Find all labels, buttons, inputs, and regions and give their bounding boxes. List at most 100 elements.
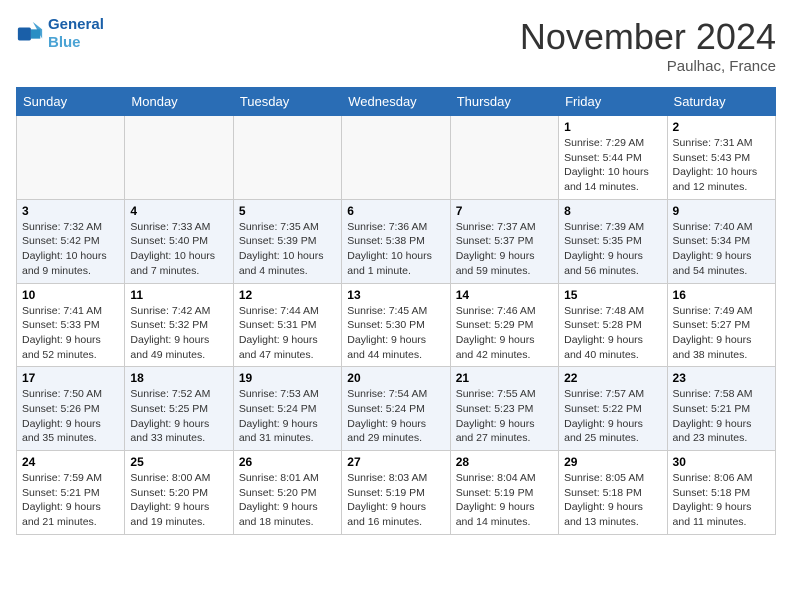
page-header: General Blue November 2024 Paulhac, Fran… bbox=[16, 16, 776, 75]
calendar-cell: 1 Sunrise: 7:29 AM Sunset: 5:44 PM Daylig… bbox=[559, 116, 667, 200]
calendar-cell: 26 Sunrise: 8:01 AM Sunset: 5:20 PM Dayli… bbox=[233, 451, 341, 535]
day-info: Sunrise: 8:04 AM Sunset: 5:19 PM Dayligh… bbox=[456, 471, 553, 530]
calendar-cell bbox=[233, 116, 341, 200]
day-info: Sunrise: 7:58 AM Sunset: 5:21 PM Dayligh… bbox=[673, 387, 770, 446]
day-info: Sunrise: 7:36 AM Sunset: 5:38 PM Dayligh… bbox=[347, 220, 444, 279]
day-info: Sunrise: 7:55 AM Sunset: 5:23 PM Dayligh… bbox=[456, 387, 553, 446]
day-info: Sunrise: 7:48 AM Sunset: 5:28 PM Dayligh… bbox=[564, 304, 661, 363]
day-info: Sunrise: 8:06 AM Sunset: 5:18 PM Dayligh… bbox=[673, 471, 770, 530]
day-info: Sunrise: 7:54 AM Sunset: 5:24 PM Dayligh… bbox=[347, 387, 444, 446]
calendar-week-row: 17 Sunrise: 7:50 AM Sunset: 5:26 PM Dayli… bbox=[17, 367, 776, 451]
calendar-cell bbox=[125, 116, 233, 200]
calendar-cell: 9 Sunrise: 7:40 AM Sunset: 5:34 PM Daylig… bbox=[667, 199, 775, 283]
calendar-cell: 20 Sunrise: 7:54 AM Sunset: 5:24 PM Dayli… bbox=[342, 367, 450, 451]
day-number: 26 bbox=[239, 455, 336, 469]
day-number: 20 bbox=[347, 371, 444, 385]
location: Paulhac, France bbox=[520, 58, 776, 75]
day-number: 11 bbox=[130, 288, 227, 302]
day-info: Sunrise: 7:40 AM Sunset: 5:34 PM Dayligh… bbox=[673, 220, 770, 279]
logo-text: General Blue bbox=[48, 16, 104, 52]
logo-icon bbox=[16, 20, 44, 48]
calendar: SundayMondayTuesdayWednesdayThursdayFrid… bbox=[16, 87, 776, 535]
calendar-cell: 21Sunrise: 7:55 AM Sunset: 5:23 PM Dayli… bbox=[450, 367, 558, 451]
day-info: Sunrise: 7:37 AM Sunset: 5:37 PM Dayligh… bbox=[456, 220, 553, 279]
day-number: 8 bbox=[564, 204, 661, 218]
calendar-header-monday: Monday bbox=[125, 88, 233, 116]
calendar-cell: 13 Sunrise: 7:45 AM Sunset: 5:30 PM Dayli… bbox=[342, 283, 450, 367]
day-number: 16 bbox=[673, 288, 770, 302]
calendar-cell: 17 Sunrise: 7:50 AM Sunset: 5:26 PM Dayli… bbox=[17, 367, 125, 451]
day-info: Sunrise: 7:46 AM Sunset: 5:29 PM Dayligh… bbox=[456, 304, 553, 363]
day-number: 4 bbox=[130, 204, 227, 218]
calendar-cell: 2 Sunrise: 7:31 AM Sunset: 5:43 PM Daylig… bbox=[667, 116, 775, 200]
calendar-cell: 6 Sunrise: 7:36 AM Sunset: 5:38 PM Daylig… bbox=[342, 199, 450, 283]
calendar-week-row: 1 Sunrise: 7:29 AM Sunset: 5:44 PM Daylig… bbox=[17, 116, 776, 200]
calendar-header-row: SundayMondayTuesdayWednesdayThursdayFrid… bbox=[17, 88, 776, 116]
day-info: Sunrise: 7:52 AM Sunset: 5:25 PM Dayligh… bbox=[130, 387, 227, 446]
calendar-cell: 28Sunrise: 8:04 AM Sunset: 5:19 PM Dayli… bbox=[450, 451, 558, 535]
day-number: 29 bbox=[564, 455, 661, 469]
day-number: 24 bbox=[22, 455, 119, 469]
day-number: 14 bbox=[456, 288, 553, 302]
calendar-header-sunday: Sunday bbox=[17, 88, 125, 116]
calendar-cell: 15Sunrise: 7:48 AM Sunset: 5:28 PM Dayli… bbox=[559, 283, 667, 367]
day-info: Sunrise: 7:57 AM Sunset: 5:22 PM Dayligh… bbox=[564, 387, 661, 446]
day-info: Sunrise: 7:39 AM Sunset: 5:35 PM Dayligh… bbox=[564, 220, 661, 279]
calendar-cell: 24 Sunrise: 7:59 AM Sunset: 5:21 PM Dayli… bbox=[17, 451, 125, 535]
month-title: November 2024 bbox=[520, 16, 776, 58]
calendar-cell: 4 Sunrise: 7:33 AM Sunset: 5:40 PM Daylig… bbox=[125, 199, 233, 283]
calendar-cell: 23Sunrise: 7:58 AM Sunset: 5:21 PM Dayli… bbox=[667, 367, 775, 451]
calendar-cell: 27Sunrise: 8:03 AM Sunset: 5:19 PM Dayli… bbox=[342, 451, 450, 535]
day-info: Sunrise: 7:41 AM Sunset: 5:33 PM Dayligh… bbox=[22, 304, 119, 363]
calendar-header-wednesday: Wednesday bbox=[342, 88, 450, 116]
day-info: Sunrise: 8:00 AM Sunset: 5:20 PM Dayligh… bbox=[130, 471, 227, 530]
calendar-header-tuesday: Tuesday bbox=[233, 88, 341, 116]
day-info: Sunrise: 7:50 AM Sunset: 5:26 PM Dayligh… bbox=[22, 387, 119, 446]
day-number: 9 bbox=[673, 204, 770, 218]
day-info: Sunrise: 7:29 AM Sunset: 5:44 PM Dayligh… bbox=[564, 136, 661, 195]
title-block: November 2024 Paulhac, France bbox=[520, 16, 776, 75]
day-number: 13 bbox=[347, 288, 444, 302]
day-info: Sunrise: 8:01 AM Sunset: 5:20 PM Dayligh… bbox=[239, 471, 336, 530]
day-number: 27 bbox=[347, 455, 444, 469]
day-info: Sunrise: 7:59 AM Sunset: 5:21 PM Dayligh… bbox=[22, 471, 119, 530]
calendar-cell: 18 Sunrise: 7:52 AM Sunset: 5:25 PM Dayli… bbox=[125, 367, 233, 451]
day-number: 25 bbox=[130, 455, 227, 469]
day-info: Sunrise: 7:33 AM Sunset: 5:40 PM Dayligh… bbox=[130, 220, 227, 279]
calendar-cell: 29 Sunrise: 8:05 AM Sunset: 5:18 PM Dayli… bbox=[559, 451, 667, 535]
logo: General Blue bbox=[16, 16, 104, 52]
calendar-cell: 12 Sunrise: 7:44 AM Sunset: 5:31 PM Dayli… bbox=[233, 283, 341, 367]
day-number: 17 bbox=[22, 371, 119, 385]
calendar-header-thursday: Thursday bbox=[450, 88, 558, 116]
day-number: 30 bbox=[673, 455, 770, 469]
calendar-header-friday: Friday bbox=[559, 88, 667, 116]
calendar-cell: 25 Sunrise: 8:00 AM Sunset: 5:20 PM Dayli… bbox=[125, 451, 233, 535]
day-number: 18 bbox=[130, 371, 227, 385]
day-info: Sunrise: 7:35 AM Sunset: 5:39 PM Dayligh… bbox=[239, 220, 336, 279]
calendar-week-row: 3 Sunrise: 7:32 AM Sunset: 5:42 PM Daylig… bbox=[17, 199, 776, 283]
calendar-cell: 16Sunrise: 7:49 AM Sunset: 5:27 PM Dayli… bbox=[667, 283, 775, 367]
calendar-cell: 3 Sunrise: 7:32 AM Sunset: 5:42 PM Daylig… bbox=[17, 199, 125, 283]
day-number: 1 bbox=[564, 120, 661, 134]
day-number: 7 bbox=[456, 204, 553, 218]
calendar-week-row: 10 Sunrise: 7:41 AM Sunset: 5:33 PM Dayli… bbox=[17, 283, 776, 367]
day-info: Sunrise: 7:31 AM Sunset: 5:43 PM Dayligh… bbox=[673, 136, 770, 195]
calendar-cell bbox=[342, 116, 450, 200]
day-info: Sunrise: 7:44 AM Sunset: 5:31 PM Dayligh… bbox=[239, 304, 336, 363]
day-info: Sunrise: 7:42 AM Sunset: 5:32 PM Dayligh… bbox=[130, 304, 227, 363]
calendar-cell bbox=[17, 116, 125, 200]
day-number: 5 bbox=[239, 204, 336, 218]
calendar-cell: 5 Sunrise: 7:35 AM Sunset: 5:39 PM Daylig… bbox=[233, 199, 341, 283]
day-info: Sunrise: 7:53 AM Sunset: 5:24 PM Dayligh… bbox=[239, 387, 336, 446]
day-info: Sunrise: 8:05 AM Sunset: 5:18 PM Dayligh… bbox=[564, 471, 661, 530]
day-info: Sunrise: 7:32 AM Sunset: 5:42 PM Dayligh… bbox=[22, 220, 119, 279]
calendar-week-row: 24 Sunrise: 7:59 AM Sunset: 5:21 PM Dayli… bbox=[17, 451, 776, 535]
day-number: 10 bbox=[22, 288, 119, 302]
day-number: 6 bbox=[347, 204, 444, 218]
day-info: Sunrise: 7:45 AM Sunset: 5:30 PM Dayligh… bbox=[347, 304, 444, 363]
calendar-header-saturday: Saturday bbox=[667, 88, 775, 116]
day-number: 3 bbox=[22, 204, 119, 218]
day-number: 19 bbox=[239, 371, 336, 385]
day-number: 2 bbox=[673, 120, 770, 134]
day-number: 12 bbox=[239, 288, 336, 302]
